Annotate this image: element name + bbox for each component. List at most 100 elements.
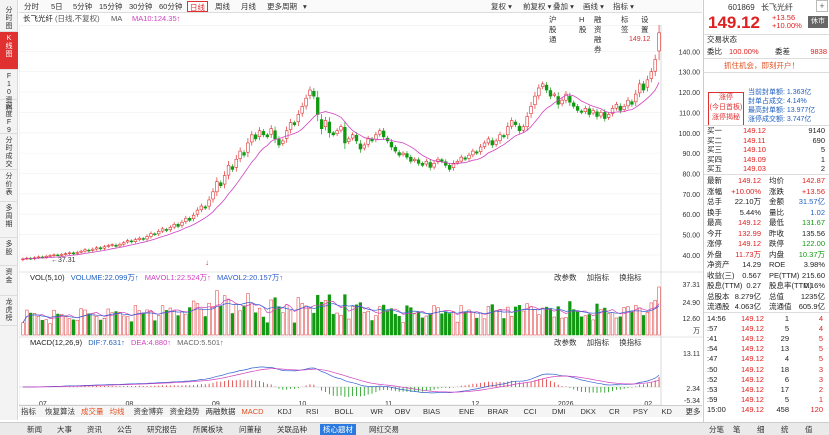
period-tab-9[interactable]: 更多周期 bbox=[265, 1, 299, 12]
indicator-tab-16[interactable]: CCI bbox=[524, 407, 537, 417]
stat-label: ROE bbox=[769, 260, 786, 269]
period-tab-7[interactable]: 周线 bbox=[213, 1, 232, 12]
indicator-tab-7[interactable]: MACD bbox=[242, 407, 264, 417]
period-dropdown-arrow-icon[interactable]: ▾ bbox=[301, 1, 309, 12]
info-tab-6[interactable]: 问董秘 bbox=[236, 424, 265, 435]
quote-tab-4[interactable]: 值 bbox=[805, 424, 813, 435]
info-tab-4[interactable]: 研究报告 bbox=[144, 424, 180, 435]
indicator-tab-22[interactable]: 更多 bbox=[686, 407, 701, 417]
period-tab-0[interactable]: 分时 bbox=[22, 1, 41, 12]
macd-params-link[interactable]: 改参数 bbox=[554, 338, 577, 347]
info-tab-2[interactable]: 资讯 bbox=[84, 424, 105, 435]
period-tab-2[interactable]: 5分钟 bbox=[71, 1, 94, 12]
toolbar-item-1[interactable]: 前复权 ▾ bbox=[521, 1, 553, 12]
stat-value: 215.60 bbox=[802, 270, 825, 280]
indicator-tab-20[interactable]: PSY bbox=[633, 407, 648, 417]
indicator-tab-0[interactable]: 指标 bbox=[21, 407, 36, 417]
sidebar-item-1[interactable]: K线图 bbox=[0, 32, 18, 70]
indicator-tab-14[interactable]: ENE bbox=[459, 407, 474, 417]
indicator-tab-18[interactable]: DKX bbox=[581, 407, 596, 417]
stat-label: 收益(三) bbox=[707, 270, 735, 280]
vol-swap-link[interactable]: 换指标 bbox=[619, 273, 642, 282]
indicator-tab-11[interactable]: WR bbox=[371, 407, 384, 417]
buy-level-volume: 690 bbox=[812, 135, 825, 145]
quote-tab-3[interactable]: 统 bbox=[781, 424, 789, 435]
sidebar-item-9[interactable]: 龙虎榜 bbox=[0, 296, 18, 326]
limit-badge-line: 涨停 bbox=[719, 94, 733, 101]
candle-body bbox=[498, 134, 502, 141]
kline-chart[interactable]: 140.00 130.00 120.00 110.00 100.00 90.00 80.00… bbox=[19, 25, 703, 405]
sidebar-item-0[interactable]: 分时图 bbox=[0, 4, 18, 32]
period-tab-3[interactable]: 15分钟 bbox=[97, 1, 124, 12]
add-watchlist-icon[interactable]: + bbox=[816, 0, 828, 12]
indicator-tab-3[interactable]: 均线 bbox=[110, 407, 125, 417]
toolbar-item-2[interactable]: 叠加 ▾ bbox=[551, 1, 576, 12]
sidebar-item-4[interactable]: 分时成交 bbox=[0, 134, 18, 170]
quote-tab-0[interactable]: 分笔 bbox=[709, 424, 724, 435]
indicator-tab-9[interactable]: RSI bbox=[306, 407, 319, 417]
macd-add-link[interactable]: 加指标 bbox=[587, 338, 610, 347]
info-tab-3[interactable]: 公告 bbox=[114, 424, 135, 435]
volume-bar bbox=[277, 306, 281, 336]
indicator-tab-17[interactable]: DMI bbox=[552, 407, 566, 417]
open-account-banner[interactable]: 抓住机会，即刻开户！ bbox=[724, 60, 799, 71]
indicator-tab-10[interactable]: BOLL bbox=[335, 407, 354, 417]
candle-body bbox=[308, 89, 312, 96]
quote-tab-1[interactable]: 笔 bbox=[733, 424, 741, 435]
stat-row: 收益(三) 0.567 PE(TTM) 215.60 bbox=[707, 271, 827, 281]
info-tab-9[interactable]: 网红交易 bbox=[366, 424, 402, 435]
info-tab-8[interactable]: 核心题材 bbox=[320, 424, 356, 435]
sidebar-item-8[interactable]: 资金 bbox=[0, 266, 18, 296]
period-tab-4[interactable]: 30分钟 bbox=[127, 1, 154, 12]
sidebar-item-2[interactable]: F10资料 bbox=[0, 70, 18, 112]
indicator-tab-19[interactable]: CR bbox=[609, 407, 620, 417]
candle-body bbox=[160, 228, 165, 232]
ma-label[interactable]: MA bbox=[111, 14, 122, 24]
sidebar-item-3[interactable]: 深度F9 bbox=[0, 100, 18, 134]
period-tab-6[interactable]: 日线 bbox=[187, 1, 208, 12]
stat-label: 股息(TTM) bbox=[707, 281, 743, 290]
indicator-tab-12[interactable]: OBV bbox=[395, 407, 411, 417]
indicator-tab-8[interactable]: KDJ bbox=[278, 407, 292, 417]
volume-bar bbox=[79, 308, 83, 336]
indicator-tab-5[interactable]: 资金趋势 bbox=[170, 407, 200, 417]
period-tab-8[interactable]: 月线 bbox=[239, 1, 258, 12]
info-tab-5[interactable]: 所属板块 bbox=[190, 424, 226, 435]
limit-up-badge[interactable]: 涨停 (今日首板) 涨停揭秘 bbox=[708, 92, 744, 126]
stat-value: 31.57亿 bbox=[798, 197, 825, 206]
period-tab-1[interactable]: 5日 bbox=[49, 1, 65, 12]
toolbar-item-0[interactable]: 复权 ▾ bbox=[489, 1, 514, 12]
candle-body bbox=[416, 159, 421, 164]
indicator-tab-2[interactable]: 成交量 bbox=[81, 407, 104, 417]
indicator-tab-13[interactable]: BIAS bbox=[423, 407, 440, 417]
stat-label: 总手 bbox=[707, 197, 722, 206]
candle-body bbox=[83, 249, 87, 252]
indicator-tab-15[interactable]: BRAR bbox=[488, 407, 509, 417]
info-tab-7[interactable]: 关联品种 bbox=[274, 424, 310, 435]
macd-swap-link[interactable]: 换指标 bbox=[619, 338, 642, 347]
stock-code: 601869 bbox=[728, 3, 755, 12]
sidebar-char: 时 bbox=[5, 145, 13, 152]
sidebar-item-7[interactable]: 多股 bbox=[0, 238, 18, 266]
sidebar-item-5[interactable]: 分价表 bbox=[0, 170, 18, 202]
toolbar-item-4[interactable]: 指标 ▾ bbox=[611, 1, 636, 12]
indicator-tab-1[interactable]: 恢复算法 bbox=[45, 407, 75, 417]
candle-body bbox=[126, 240, 130, 243]
indicator-tab-21[interactable]: KD bbox=[662, 407, 672, 417]
period-tab-5[interactable]: 60分钟 bbox=[157, 1, 184, 12]
volume-bar bbox=[389, 308, 394, 336]
vol-add-link[interactable]: 加指标 bbox=[587, 273, 610, 282]
info-tab-0[interactable]: 新闻 bbox=[24, 424, 45, 435]
quote-tab-2[interactable]: 细 bbox=[757, 424, 765, 435]
sidebar-item-6[interactable]: 多周期 bbox=[0, 202, 18, 238]
volume-bar bbox=[560, 317, 564, 336]
candle-body bbox=[122, 242, 126, 245]
macd-axis-label: -5.34 bbox=[684, 398, 700, 405]
toolbar-item-3[interactable]: 画线 ▾ bbox=[581, 1, 606, 12]
volume-bar bbox=[432, 305, 436, 336]
vol-params-link[interactable]: 改参数 bbox=[554, 273, 577, 282]
info-tab-1[interactable]: 大事 bbox=[54, 424, 75, 435]
indicator-tab-6[interactable]: 两融数据 bbox=[206, 407, 236, 417]
tick-row: :41 149.12 29 5 bbox=[707, 334, 827, 343]
indicator-tab-4[interactable]: 资金博弈 bbox=[134, 407, 164, 417]
